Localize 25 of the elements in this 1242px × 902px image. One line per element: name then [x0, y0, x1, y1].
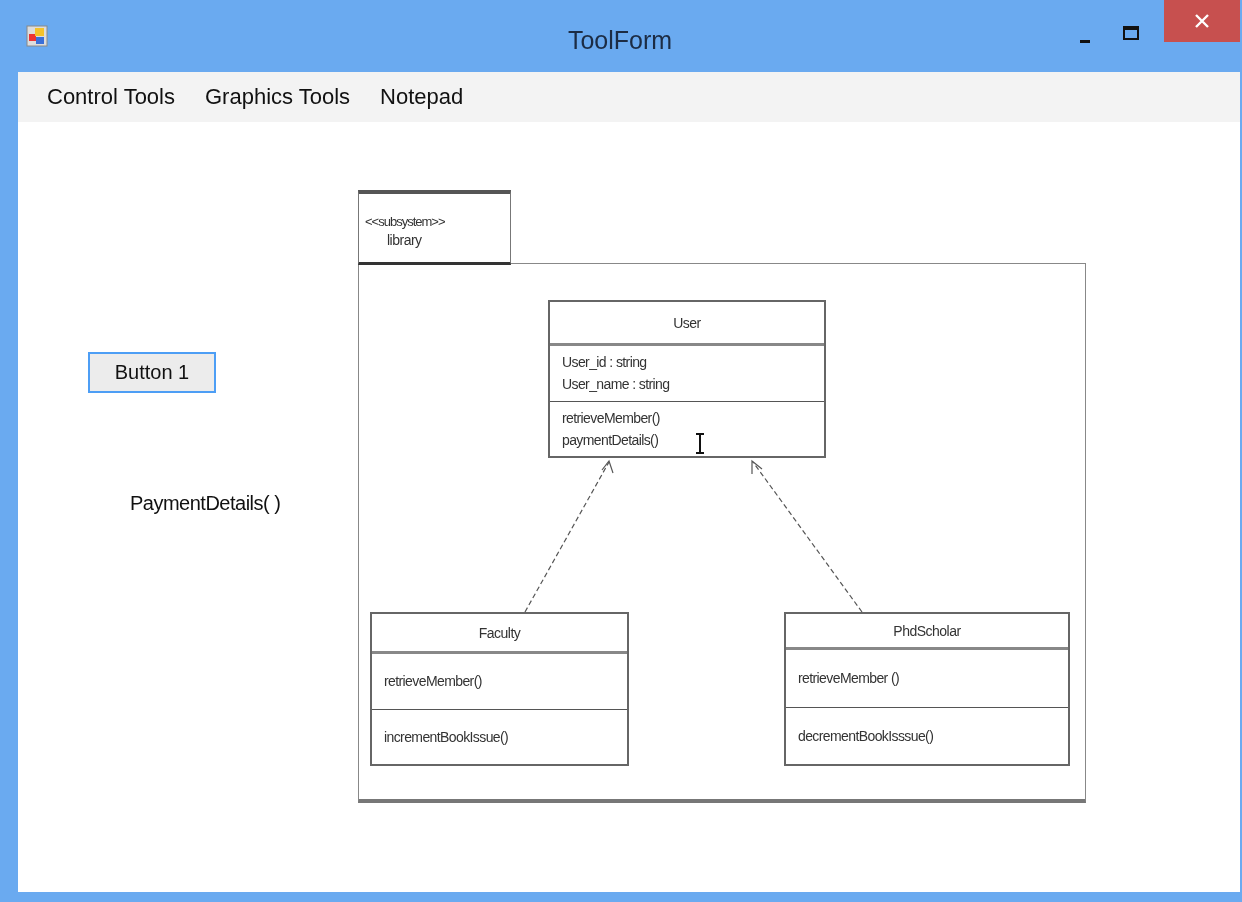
method-label: PaymentDetails( ): [130, 492, 281, 515]
package-stereotype: <<subsystem>>: [365, 214, 446, 229]
window-title: ToolForm: [567, 26, 673, 55]
menu-item[interactable]: Control Tools: [36, 80, 186, 114]
app-icon: [26, 25, 48, 47]
text-cursor-icon: [695, 433, 705, 454]
menu-item[interactable]: Graphics Tools: [194, 80, 362, 114]
class-member: retrieveMember(): [562, 409, 660, 426]
class-member: retrieveMember(): [384, 673, 482, 690]
maximize-icon: [1123, 26, 1139, 40]
form-button[interactable]: Button 1: [88, 352, 216, 393]
class-member: paymentDetails(): [562, 431, 659, 448]
close-icon: [1195, 14, 1209, 28]
class-member: User_id : string: [562, 354, 647, 371]
class-member: incrementBookIssue(): [384, 728, 509, 745]
class-member: decrementBookIsssue(): [798, 727, 934, 744]
class-member: retrieveMember (): [798, 670, 900, 687]
close-button[interactable]: [1164, 0, 1240, 42]
class-member: User_name : string: [562, 376, 670, 393]
class-name: Faculty: [372, 614, 627, 654]
class-name: User: [550, 302, 824, 346]
minimize-icon: [1080, 39, 1090, 43]
menu-item[interactable]: Notepad: [369, 80, 475, 114]
package-name: library: [386, 232, 423, 248]
class-name: PhdScholar: [786, 614, 1068, 650]
